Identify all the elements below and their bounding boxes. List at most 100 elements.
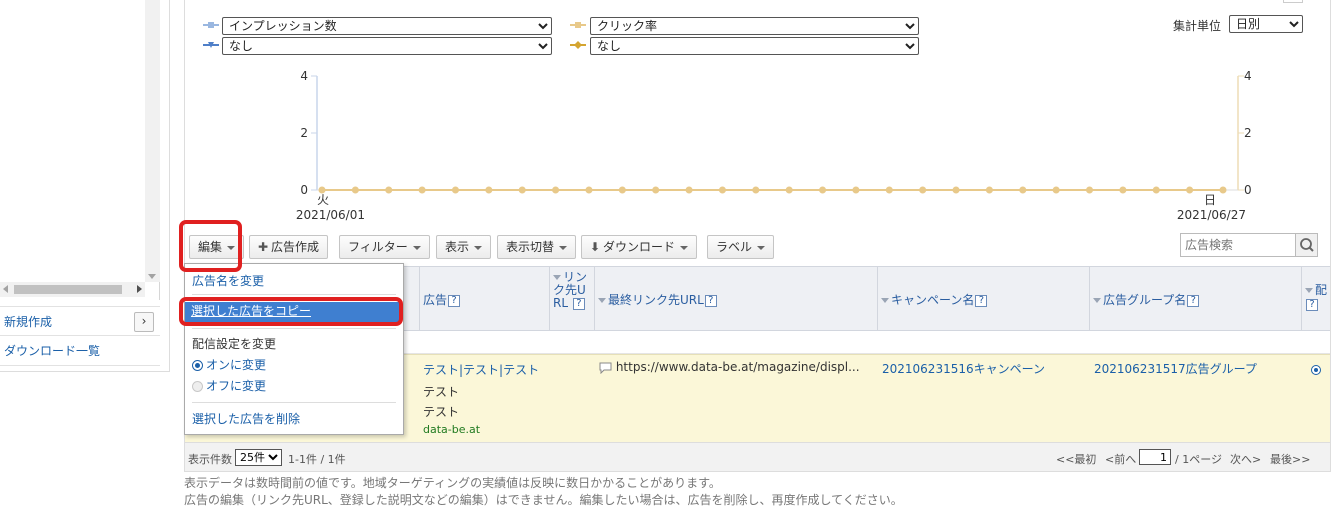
switch-view-label: 表示切替	[506, 240, 555, 254]
col-ad[interactable]: 広告?	[419, 267, 549, 331]
help-icon[interactable]: ?	[572, 297, 585, 310]
help-icon[interactable]: ?	[704, 294, 717, 307]
series-point	[685, 186, 693, 194]
x-start-date-label: 2021/06/01	[296, 208, 365, 222]
col-campaign[interactable]: キャンペーン名?	[877, 267, 1089, 331]
last-page-link[interactable]: 最後>>	[1270, 451, 1310, 467]
help-icon[interactable]: ?	[975, 294, 988, 307]
left-panel: 新規作成 › ダウンロード一覧	[0, 0, 170, 372]
display-button[interactable]: 表示	[436, 235, 492, 259]
download-label: ダウンロード	[603, 240, 676, 254]
sidebar-item-download-list[interactable]: ダウンロード一覧	[0, 336, 160, 366]
switch-view-button[interactable]: 表示切替	[497, 235, 577, 259]
ad-title[interactable]: テスト|テスト|テスト	[423, 361, 539, 378]
series-point	[785, 186, 793, 194]
menu-item-off-label: オフに変更	[206, 379, 267, 393]
scrollbar-thumb[interactable]	[14, 285, 122, 294]
scroll-right-icon[interactable]	[137, 285, 142, 293]
vertical-scrollbar[interactable]	[145, 0, 160, 282]
final-url-text: https://www.data-be.at/magazine/displ...	[615, 360, 860, 374]
series-point	[819, 186, 827, 194]
series-point	[852, 186, 860, 194]
chevron-right-icon[interactable]: ›	[134, 312, 154, 332]
series-point	[885, 186, 893, 194]
adgroup-link[interactable]: 202106231517広告グループ	[1094, 360, 1257, 377]
label-label: ラベル	[716, 240, 753, 254]
menu-item-delete[interactable]: 選択した広告を削除	[192, 410, 300, 427]
menu-heading-delivery: 配信設定を変更	[192, 337, 277, 351]
y-tick-label-right: 4	[1244, 69, 1252, 83]
series-point	[1086, 186, 1094, 194]
sort-icon	[598, 298, 606, 303]
menu-divider	[192, 294, 396, 295]
ad-toolbar: 編集 ✚ 広告作成 フィルター 表示 表示切替 ⬇ ダウンロード ラベル	[184, 228, 1331, 266]
download-button[interactable]: ⬇ ダウンロード	[581, 235, 698, 259]
chart-panel: インプレッション数 なし クリック率 なし 集計単位 日別 4 2 0 4 2 0 火 202…	[184, 0, 1331, 228]
caret-down-icon	[412, 245, 421, 250]
menu-divider	[192, 402, 396, 403]
caret-down-icon	[559, 245, 568, 250]
filter-button[interactable]: フィルター	[339, 235, 430, 259]
display-label: 表示	[445, 240, 470, 254]
range-text: 1-1件 / 1件	[288, 453, 346, 466]
sidebar-tree-area	[0, 0, 160, 300]
search-button[interactable]	[1295, 234, 1317, 256]
col-delivery[interactable]: 配?	[1301, 267, 1330, 331]
line-chart: 420420火2021/06/01日2021/06/27	[296, 69, 1252, 222]
col-final-url-label: 最終リンク先URL	[608, 293, 704, 307]
scroll-down-icon[interactable]	[148, 274, 156, 279]
ad-description-1: テスト	[423, 385, 460, 399]
campaign-link[interactable]: 202106231516キャンペーン	[882, 360, 1045, 377]
final-url-cell: https://www.data-be.at/magazine/displ...	[599, 360, 860, 374]
series-point	[919, 186, 927, 194]
caret-down-icon	[474, 245, 483, 250]
y-tick-label-left: 2	[300, 126, 308, 140]
col-link-url[interactable]: リンク先URL ?	[549, 267, 594, 331]
radio-on-icon[interactable]	[192, 360, 203, 371]
label-button[interactable]: ラベル	[707, 235, 775, 259]
menu-item-rename[interactable]: 広告名を変更	[192, 272, 264, 289]
prev-page-link[interactable]: <前へ	[1105, 451, 1136, 467]
series-point	[585, 186, 593, 194]
sidebar-item-new[interactable]: 新規作成 ›	[0, 306, 160, 336]
scroll-left-icon[interactable]	[3, 285, 8, 293]
series-point	[718, 186, 726, 194]
caret-down-icon	[680, 245, 689, 250]
col-final-url[interactable]: 最終リンク先URL?	[594, 267, 877, 331]
ad-description-2: テスト	[423, 405, 460, 419]
help-icon[interactable]: ?	[1187, 294, 1200, 307]
radio-off-icon[interactable]	[192, 381, 203, 392]
menu-item-copy[interactable]: 選択した広告をコピー	[185, 302, 401, 322]
series-point	[518, 186, 526, 194]
y-tick-label-left: 4	[300, 69, 308, 83]
menu-item-off[interactable]: オフに変更	[192, 377, 266, 394]
x-end-date-label: 2021/06/27	[1177, 208, 1246, 222]
series-point	[1119, 186, 1127, 194]
comment-icon[interactable]	[599, 362, 612, 374]
edit-button[interactable]: 編集	[189, 235, 245, 259]
ad-search-input[interactable]	[1181, 234, 1295, 256]
series-point	[1219, 186, 1227, 194]
series-point	[752, 186, 760, 194]
series-point	[1052, 186, 1060, 194]
menu-item-on[interactable]: オンに変更	[192, 356, 266, 373]
help-icon[interactable]: ?	[1306, 298, 1318, 311]
page-number-input[interactable]	[1139, 449, 1171, 465]
create-ad-button[interactable]: ✚ 広告作成	[249, 235, 329, 259]
first-page-link[interactable]: <<最初	[1056, 451, 1096, 467]
page-size-select[interactable]: 25件	[235, 449, 282, 466]
col-adgroup[interactable]: 広告グループ名?	[1089, 267, 1301, 331]
next-page-link[interactable]: 次へ>	[1230, 451, 1261, 467]
delivery-status-radio[interactable]	[1311, 365, 1321, 375]
series-point	[485, 186, 493, 194]
series-point	[418, 186, 426, 194]
horizontal-scrollbar[interactable]	[0, 282, 145, 297]
series-point	[385, 186, 393, 194]
sort-icon	[553, 275, 561, 280]
series-point	[652, 186, 660, 194]
help-icon[interactable]: ?	[448, 294, 461, 307]
ad-display-url: data-be.at	[423, 423, 481, 436]
series-point	[1019, 186, 1027, 194]
col-adgroup-label: 広告グループ名	[1103, 293, 1187, 307]
create-ad-label: 広告作成	[271, 240, 320, 254]
